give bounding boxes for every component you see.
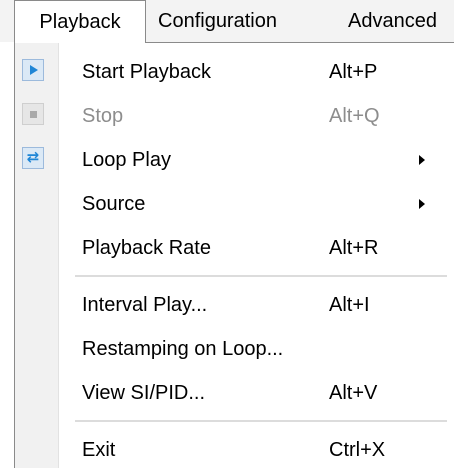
menu-item-shortcut: Alt+P (329, 61, 378, 83)
menu-item-shortcut: Alt+R (329, 237, 379, 259)
menu-bar: Playback Configuration Advanced (0, 0, 454, 43)
menubar-advanced[interactable]: Advanced (348, 0, 437, 42)
menubar-configuration[interactable]: Configuration (158, 0, 277, 42)
menu-item-label: Start Playback (82, 61, 211, 83)
menu-separator (75, 420, 447, 422)
menu-item-stop: Stop Alt+Q (15, 94, 453, 138)
menu-item-label: Loop Play (82, 149, 171, 171)
menu-item-label: Interval Play... (82, 294, 208, 316)
submenu-arrow-icon (419, 199, 425, 209)
menu-item-label: Source (82, 193, 146, 215)
menu-separator (75, 275, 447, 277)
menu-item-shortcut: Ctrl+X (329, 439, 386, 461)
menu-item-view-si-pid[interactable]: View SI/PID... Alt+V (15, 371, 453, 415)
menu-item-label: Stop (82, 105, 124, 127)
menu-item-loop-play[interactable]: ⇄ Loop Play (15, 138, 453, 182)
menu-item-interval-play[interactable]: Interval Play... Alt+I (15, 283, 453, 327)
menu-item-playback-rate[interactable]: Playback Rate Alt+R (15, 226, 453, 270)
menu-item-label: Restamping on Loop... (82, 338, 284, 360)
menu-item-exit[interactable]: Exit Ctrl+X (15, 428, 453, 468)
menu-item-source[interactable]: Source (15, 182, 453, 226)
menu-item-restamping-on-loop[interactable]: Restamping on Loop... (15, 327, 453, 371)
menu-item-start-playback[interactable]: Start Playback Alt+P (15, 50, 453, 94)
menu-item-label: Playback Rate (82, 237, 211, 259)
menubar-playback[interactable]: Playback (14, 0, 146, 43)
menu-item-shortcut: Alt+V (329, 382, 378, 404)
app-canvas: Playback Configuration Advanced Start Pl… (0, 0, 454, 468)
menu-item-label: View SI/PID... (82, 382, 206, 404)
menu-item-shortcut: Alt+I (329, 294, 370, 316)
stop-icon (22, 103, 44, 125)
play-icon (22, 59, 44, 81)
menu-item-shortcut: Alt+Q (329, 105, 380, 127)
playback-dropdown-menu: Start Playback Alt+P Stop Alt+Q ⇄ Loop P… (14, 42, 454, 468)
menu-item-label: Exit (82, 439, 116, 461)
submenu-arrow-icon (419, 155, 425, 165)
loop-icon: ⇄ (22, 147, 44, 169)
